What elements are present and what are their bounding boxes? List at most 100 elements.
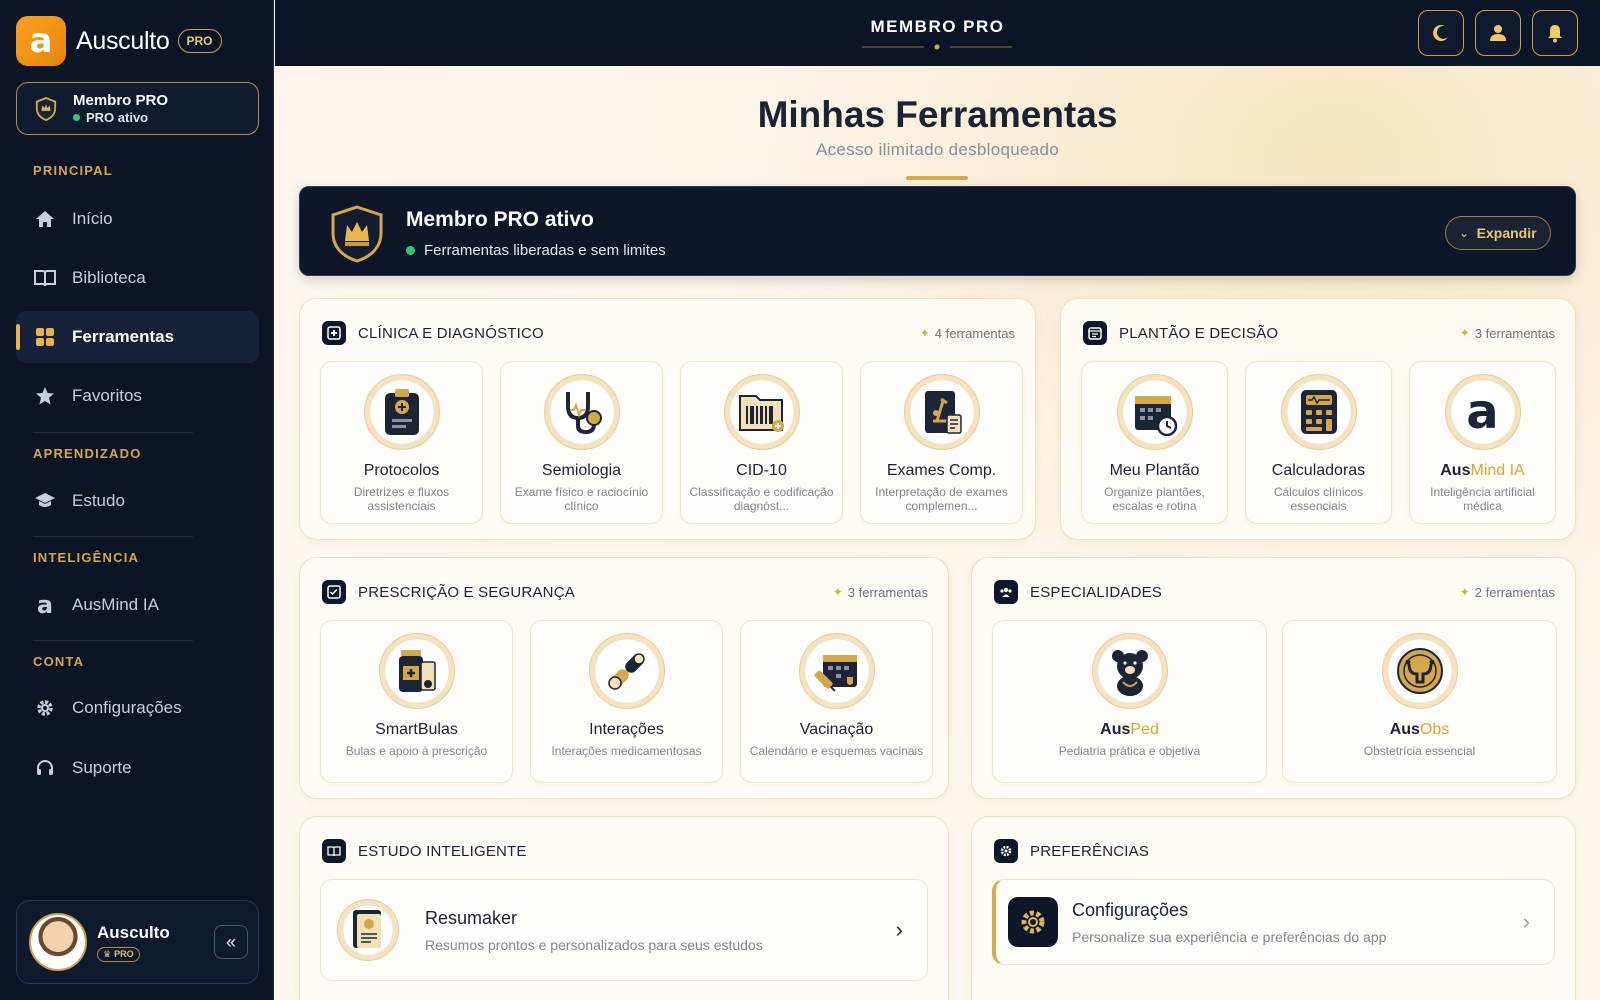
- title-ornament: [862, 44, 1012, 50]
- theme-toggle-button[interactable]: [1418, 10, 1464, 56]
- stethoscope-icon: [543, 374, 620, 450]
- resumaker-item[interactable]: Resumaker Resumos prontos e personalizad…: [320, 879, 928, 981]
- tool-card-exames-comp[interactable]: Exames Comp. Interpretação de exames com…: [860, 361, 1023, 524]
- ai-icon: a: [36, 591, 54, 619]
- page-title: Minhas Ferramentas: [757, 94, 1118, 135]
- tool-count: 3 ferramentas: [847, 584, 928, 600]
- panel-plantao-decisao: PLANTÃO E DECISÃO ✦ 3 ferramentas Meu Pla…: [1060, 298, 1576, 540]
- tool-name: CID-10: [736, 462, 787, 479]
- sidebar-item-label: Configurações: [72, 698, 182, 717]
- sidebar-item-label: Ferramentas: [72, 327, 175, 346]
- member-status: PRO ativo: [86, 110, 149, 125]
- user-card[interactable]: Ausculto ♛ PRO «: [16, 900, 259, 984]
- item-title: Resumaker: [425, 907, 518, 928]
- user-pro-badge: ♛ PRO: [97, 946, 140, 962]
- panel-clinica-diagnostico: CLÍNICA E DIAGNÓSTICO ✦ 4 ferramentas Pro…: [299, 298, 1036, 540]
- tool-description: Obstetrícia essencial: [1363, 744, 1476, 758]
- people-icon: [994, 580, 1018, 604]
- tool-description: Classificação e codificação diagnóst...: [689, 485, 834, 513]
- collapse-sidebar-button[interactable]: «: [214, 925, 248, 959]
- vaccine-calendar-icon: [798, 633, 875, 709]
- crown-shield-icon: [331, 205, 383, 263]
- panel-title: PRESCRIÇÃO E SEGURANÇA: [358, 583, 575, 601]
- sparkle-icon: ✦: [1459, 585, 1470, 599]
- tool-card-semiologia[interactable]: Semiologia Exame físico e raciocínio clí…: [500, 361, 663, 524]
- pills-interaction-icon: [588, 633, 665, 709]
- tool-name: Meu Plantão: [1109, 462, 1200, 479]
- tool-name: Interações: [589, 721, 664, 738]
- sidebar-item-ausmind[interactable]: a AusMind IA: [16, 579, 259, 631]
- tool-name: AusMind IA: [1410, 462, 1555, 480]
- divider: [33, 536, 193, 537]
- tool-name: AusObs: [1283, 721, 1556, 739]
- tool-card-ausobs[interactable]: AusObs Obstetrícia essencial: [1282, 620, 1557, 783]
- section-label-inteligencia: INTELIGÊNCIA: [33, 550, 140, 565]
- tool-name: Exames Comp.: [886, 462, 997, 479]
- expand-button[interactable]: ⌄ Expandir: [1445, 216, 1551, 250]
- gear-icon: [34, 697, 56, 719]
- sidebar-item-label: AusMind IA: [72, 595, 159, 614]
- user-badge-label: PRO: [114, 949, 134, 959]
- sidebar-item-ferramentas[interactable]: Ferramentas: [16, 311, 259, 363]
- notifications-button[interactable]: [1532, 10, 1578, 56]
- tool-name: Protocolos: [363, 462, 440, 479]
- tool-name-suffix: Obs: [1419, 721, 1450, 738]
- tool-name: Semiologia: [541, 462, 622, 479]
- document-notes-icon: [337, 899, 399, 961]
- star-icon: [34, 385, 56, 407]
- section-label-aprendizado: APRENDIZADO: [33, 446, 142, 461]
- tool-name: SmartBulas: [375, 721, 458, 738]
- tool-description: Pediatria prática e objetiva: [1058, 744, 1201, 758]
- headset-icon: [34, 757, 56, 779]
- sidebar-item-label: Início: [72, 209, 113, 228]
- tool-name-prefix: Aus: [1389, 721, 1420, 738]
- panel-prescricao-seguranca: PRESCRIÇÃO E SEGURANÇA ✦ 3 ferramentas Sm…: [299, 557, 949, 799]
- expand-button-label: Expandir: [1476, 225, 1537, 241]
- sidebar-item-suporte[interactable]: Suporte: [16, 742, 259, 794]
- sidebar-item-label: Biblioteca: [72, 268, 146, 287]
- pro-badge: PRO: [177, 29, 222, 53]
- calendar-icon: [1083, 321, 1107, 345]
- tool-description: Inteligência artificial médica: [1430, 485, 1535, 513]
- sidebar-item-favoritos[interactable]: Favoritos: [16, 370, 259, 422]
- tool-card-smartbulas[interactable]: SmartBulas Bulas e apoio à prescrição: [320, 620, 513, 783]
- topbar: MEMBRO PRO: [275, 0, 1600, 66]
- uterus-emblem-icon: [1381, 633, 1458, 709]
- book-icon: [34, 267, 56, 289]
- profile-button[interactable]: [1475, 10, 1521, 56]
- tool-card-vacinacao[interactable]: Vacinação Calendário e esquemas vacinais: [740, 620, 933, 783]
- medical-plus-icon: [322, 321, 346, 345]
- banner-subtitle: Ferramentas liberadas e sem limites: [424, 242, 666, 259]
- brand-name: Ausculto: [76, 26, 170, 55]
- tool-card-cid10[interactable]: CID-10 Classificação e codificação diagn…: [680, 361, 843, 524]
- panel-title: ESTUDO INTELIGENTE: [358, 842, 527, 860]
- sidebar-item-biblioteca[interactable]: Biblioteca: [16, 252, 259, 304]
- brand[interactable]: a Ausculto PRO: [16, 16, 222, 66]
- chevron-right-icon: ›: [1522, 909, 1530, 934]
- user-name: Ausculto: [97, 922, 170, 942]
- tool-name-suffix: Ped: [1130, 721, 1159, 738]
- tool-card-meu-plantao[interactable]: Meu Plantão Organize plantões, escalas e…: [1081, 361, 1228, 524]
- open-book-icon: [322, 839, 346, 863]
- tool-card-ausped[interactable]: AusPed Pediatria prática e objetiva: [992, 620, 1267, 783]
- topbar-title: MEMBRO PRO: [870, 17, 1005, 36]
- panel-title: CLÍNICA E DIAGNÓSTICO: [358, 324, 544, 342]
- moon-icon: [1433, 24, 1448, 41]
- configuracoes-item[interactable]: Configurações Personalize sua experiênci…: [992, 879, 1555, 965]
- tool-card-protocolos[interactable]: Protocolos Diretrizes e fluxos assistenc…: [320, 361, 483, 524]
- tool-count: 2 ferramentas: [1474, 584, 1555, 600]
- tool-card-ausmind-ia[interactable]: a AusMind IA Inteligência artificial méd…: [1409, 361, 1556, 524]
- main-content: Minhas Ferramentas Acesso ilimitado desb…: [275, 66, 1600, 1000]
- sidebar-item-inicio[interactable]: Início: [16, 193, 259, 245]
- brand-logo: a: [16, 16, 66, 66]
- double-chevron-left-icon: «: [225, 931, 236, 952]
- sidebar-item-estudo[interactable]: Estudo: [16, 475, 259, 527]
- clipboard-icon: [363, 374, 440, 450]
- sidebar-item-configuracoes[interactable]: Configurações: [16, 682, 259, 734]
- panel-especialidades: ESPECIALIDADES ✦ 2 ferramentas AusPed Ped…: [971, 557, 1576, 799]
- panel-title: ESPECIALIDADES: [1030, 583, 1163, 601]
- tool-card-calculadoras[interactable]: Calculadoras Cálculos clínicos essenciai…: [1245, 361, 1392, 524]
- tool-card-interacoes[interactable]: Interações Interações medicamentosas: [530, 620, 723, 783]
- barcode-folder-icon: [723, 374, 800, 450]
- member-status-card[interactable]: Membro PRO PRO ativo: [16, 82, 259, 135]
